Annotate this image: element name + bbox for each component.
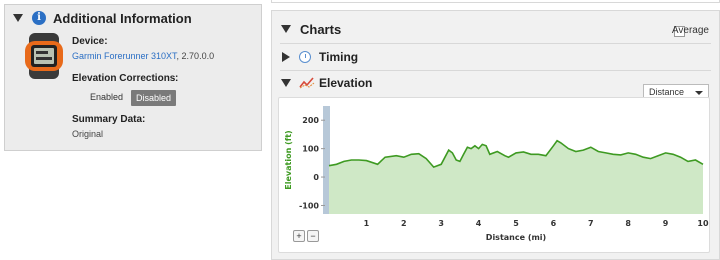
- elevation-corrections-label: Elevation Corrections: [72, 73, 176, 84]
- charts-header[interactable]: Charts: [272, 19, 719, 39]
- clock-icon: [299, 51, 311, 63]
- info-icon: i: [32, 11, 46, 25]
- range-handle: [323, 106, 330, 214]
- zoom-in-button[interactable]: +: [293, 230, 305, 242]
- device-label: Device:: [72, 36, 108, 47]
- collapse-triangle-icon[interactable]: [281, 79, 291, 87]
- zoom-out-button[interactable]: −: [307, 230, 319, 242]
- panel-title: Additional Information: [53, 10, 192, 26]
- charts-panel: Charts Average Timing Elevation Distance…: [271, 10, 720, 260]
- timing-row[interactable]: Timing: [272, 47, 719, 67]
- panel-divider: [271, 0, 720, 3]
- garmin-watch-icon: [25, 33, 63, 79]
- y-tick-label: -100: [299, 201, 319, 210]
- x-tick-label: 2: [401, 219, 407, 228]
- enabled-option[interactable]: Enabled: [85, 89, 128, 105]
- summary-data-label: Summary Data:: [72, 114, 146, 125]
- collapse-triangle-icon[interactable]: [13, 14, 23, 22]
- x-tick-label: 6: [551, 219, 557, 228]
- average-label: Average: [671, 25, 709, 36]
- x-axis-label: Distance (mi): [486, 233, 546, 242]
- y-tick-label: 100: [302, 145, 319, 154]
- x-tick-label: 1: [364, 219, 370, 228]
- xaxis-select-value: Distance: [649, 87, 685, 97]
- y-axis-label: Elevation (ft): [284, 130, 293, 189]
- x-tick-label: 10: [697, 219, 709, 228]
- divider: [280, 70, 711, 71]
- timing-label: Timing: [319, 50, 359, 64]
- panel-header[interactable]: i Additional Information: [5, 5, 261, 31]
- y-tick-label: 0: [313, 173, 319, 182]
- x-tick-label: 3: [438, 219, 444, 228]
- expand-triangle-icon[interactable]: [282, 52, 290, 62]
- device-version: , 2.70.0.0: [176, 51, 215, 61]
- x-tick-label: 9: [663, 219, 669, 228]
- x-tick-label: 5: [513, 219, 519, 228]
- disabled-option[interactable]: Disabled: [131, 90, 177, 106]
- elevation-area: [329, 140, 703, 214]
- summary-data-value: Original: [72, 129, 104, 139]
- collapse-triangle-icon[interactable]: [281, 25, 291, 33]
- divider: [280, 43, 711, 44]
- charts-title: Charts: [300, 21, 342, 37]
- x-tick-label: 7: [588, 219, 594, 228]
- elevation-label: Elevation: [319, 76, 373, 90]
- x-tick-label: 4: [476, 219, 482, 228]
- chevron-down-icon: [695, 91, 703, 95]
- device-value: Garmin Forerunner 310XT, 2.70.0.0: [72, 51, 214, 61]
- additional-information-panel: i Additional Information Device: Garmin …: [4, 4, 262, 151]
- elevation-corrections-colon: :: [175, 73, 179, 84]
- y-tick-label: 200: [302, 116, 319, 125]
- elevation-chart: 200 100 0 -100 1 2 3 4 5 6 7 8 9 10 Distance (mi) Eleva…: [278, 97, 710, 253]
- elevation-chart-svg[interactable]: 200 100 0 -100 1 2 3 4 5 6 7 8 9 10 Distance (mi) Eleva…: [279, 98, 711, 254]
- elevation-chart-icon: [299, 77, 315, 89]
- x-tick-label: 8: [625, 219, 631, 228]
- device-name-link[interactable]: Garmin Forerunner 310XT: [72, 51, 177, 61]
